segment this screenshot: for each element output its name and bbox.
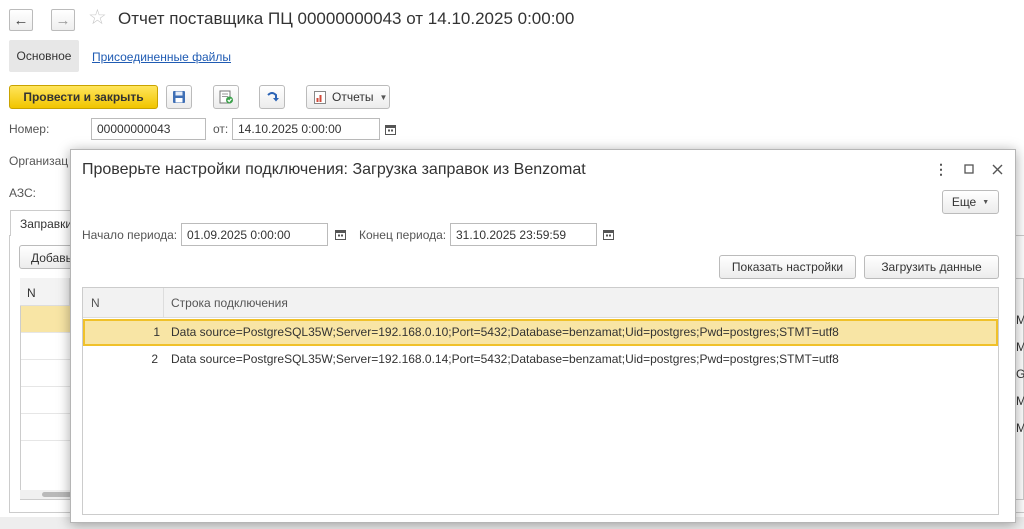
connections-table: N Строка подключения 1 Data source=Postg… (82, 287, 999, 515)
horizontal-scrollbar[interactable] (20, 490, 72, 499)
reports-label: Отчеты (332, 90, 374, 104)
reports-dropdown-button[interactable]: Отчеты ▼ (306, 85, 390, 109)
right-edge-text: М (1016, 421, 1024, 435)
close-icon (992, 164, 1002, 174)
table-row[interactable] (21, 414, 71, 441)
right-edge-text: G (1016, 367, 1024, 381)
dialog-close-button[interactable] (988, 160, 1006, 178)
save-button[interactable] (166, 85, 192, 109)
table-row[interactable] (21, 360, 71, 387)
arrow-left-icon: ← (13, 11, 29, 29)
period-end-label: Конец периода: (359, 228, 447, 242)
dialog-title: Проверьте настройки подключения: Загрузк… (82, 161, 586, 178)
load-data-button[interactable]: Загрузить данные (864, 255, 999, 279)
row-number: 2 (151, 352, 158, 366)
document-check-icon (219, 90, 233, 104)
period-start-label: Начало периода: (82, 228, 178, 242)
post-and-close-button[interactable]: Провести и закрыть (9, 85, 158, 109)
table-row[interactable] (21, 387, 71, 414)
dropdown-arrow-icon: ▼ (982, 198, 990, 206)
document-title: Отчет поставщика ПЦ 00000000043 от 14.10… (118, 9, 575, 28)
show-settings-button[interactable]: Показать настройки (719, 255, 856, 279)
curved-arrow-icon (267, 92, 279, 102)
dialog-maximize-button[interactable] (960, 160, 978, 178)
connection-string: Data source=PostgreSQL35W;Server=192.168… (171, 352, 839, 366)
favorite-star-icon[interactable]: ☆ (88, 7, 107, 28)
table-row[interactable]: 1 Data source=PostgreSQL35W;Server=192.1… (83, 319, 998, 346)
row-number: 1 (153, 325, 160, 339)
calendar-icon[interactable] (380, 119, 400, 139)
tab-main[interactable]: Основное (9, 40, 79, 72)
column-divider (163, 288, 164, 318)
dropdown-arrow-icon: ▼ (379, 92, 388, 102)
column-header-connection[interactable]: Строка подключения (171, 296, 288, 310)
number-label: Номер: (9, 122, 50, 136)
period-start-field[interactable]: 01.09.2025 0:00:00 (181, 223, 328, 246)
table-row[interactable]: 2 Data source=PostgreSQL35W;Server=192.1… (83, 346, 998, 373)
right-edge-text: М (1016, 340, 1024, 354)
right-edge-text: М (1016, 394, 1024, 408)
period-end-field[interactable]: 31.10.2025 23:59:59 (450, 223, 597, 246)
right-edge-text: М (1016, 313, 1024, 327)
back-button[interactable]: ← (9, 9, 33, 31)
table-row[interactable] (21, 306, 71, 333)
tab-attached-files[interactable]: Присоединенные файлы (92, 50, 231, 64)
connection-settings-dialog: Проверьте настройки подключения: Загрузк… (70, 149, 1016, 523)
post-document-button[interactable] (213, 85, 239, 109)
number-field[interactable]: 00000000043 (91, 118, 206, 140)
arrow-right-icon: → (55, 11, 71, 29)
table-row[interactable] (21, 333, 71, 360)
more-vertical-icon: ⋮ (934, 160, 948, 177)
scrollbar-thumb[interactable] (42, 492, 72, 497)
report-icon (314, 90, 326, 104)
forward-button[interactable]: → (51, 9, 75, 31)
station-label: АЗС: (9, 186, 36, 200)
from-label: от: (213, 122, 229, 136)
date-field[interactable]: 14.10.2025 0:00:00 (232, 118, 380, 140)
connection-string: Data source=PostgreSQL35W;Server=192.168… (171, 325, 839, 339)
unpost-document-button[interactable] (259, 85, 285, 109)
fills-table-header-n: N (20, 278, 70, 306)
column-header-n[interactable]: N (91, 296, 100, 310)
calendar-icon[interactable] (330, 224, 350, 244)
more-label: Еще (951, 195, 977, 209)
table-header: N Строка подключения (83, 288, 998, 318)
dialog-menu-button[interactable]: ⋮ (932, 160, 950, 178)
maximize-icon (964, 164, 974, 174)
organization-label: Организац (9, 154, 69, 168)
calendar-icon[interactable] (598, 224, 618, 244)
floppy-disk-icon (173, 91, 185, 103)
more-button[interactable]: Еще ▼ (942, 190, 999, 214)
